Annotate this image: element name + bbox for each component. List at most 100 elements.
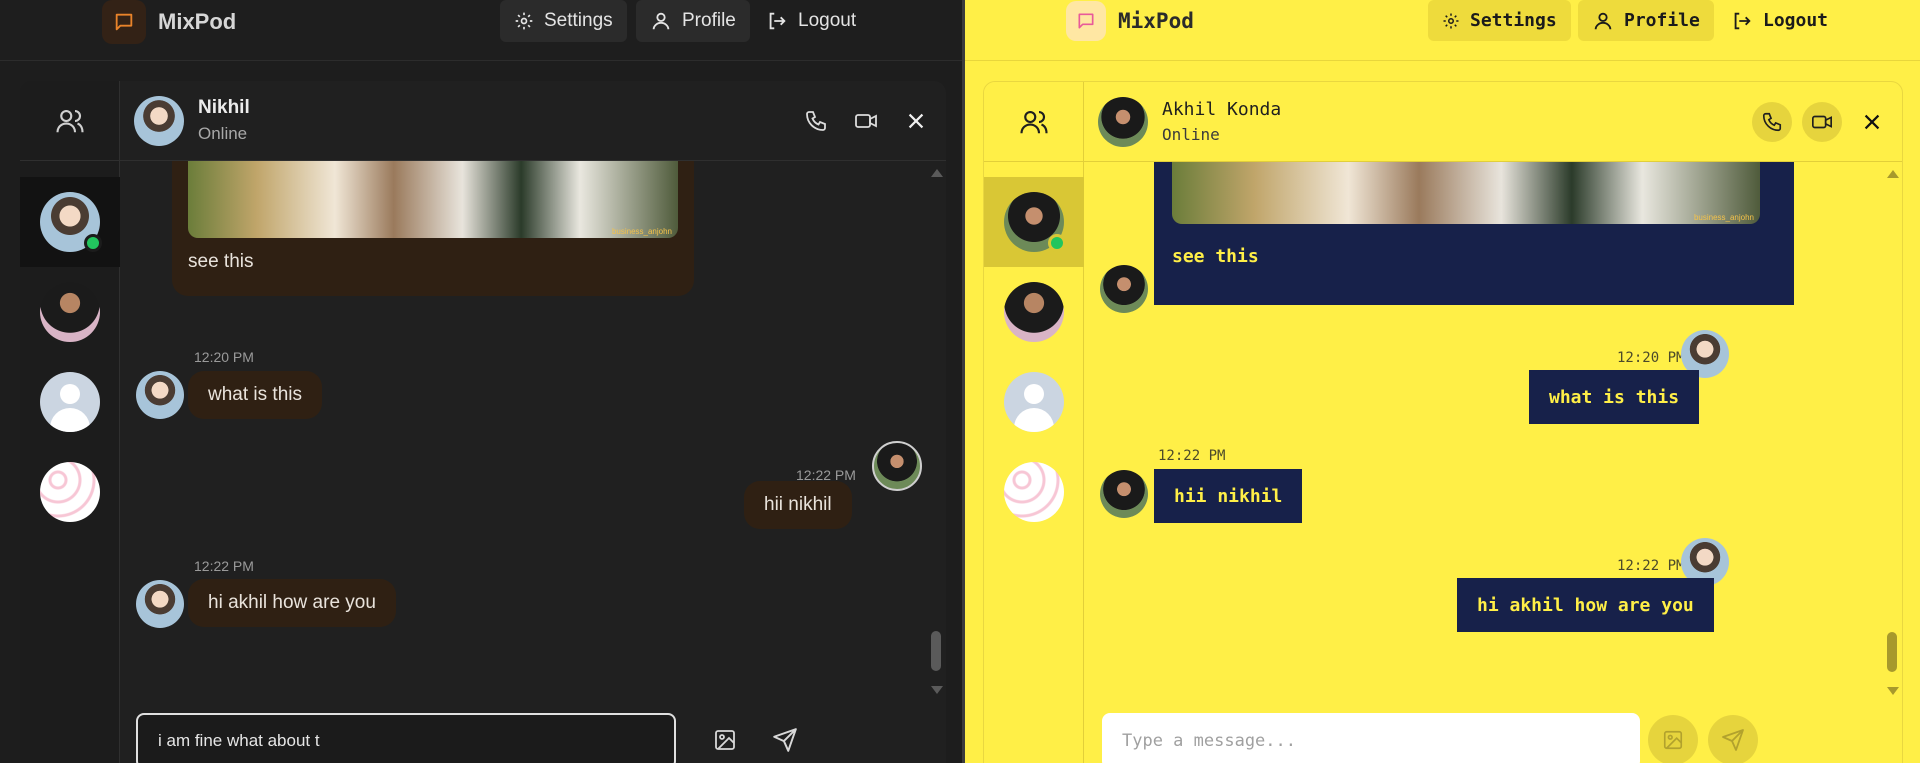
- phone-icon: [806, 111, 826, 131]
- logout-icon: [1734, 12, 1751, 29]
- image-message: business_anjohn see this: [172, 161, 694, 296]
- scroll-thumb[interactable]: [1887, 632, 1897, 672]
- message-bubble: hii nikhil: [1154, 469, 1303, 523]
- contact-status: Online: [1162, 125, 1220, 144]
- online-indicator: [84, 234, 102, 252]
- contacts-header[interactable]: [20, 81, 120, 161]
- shared-image[interactable]: business_anjohn: [1172, 162, 1760, 224]
- contact-item-nikhil[interactable]: [20, 177, 120, 267]
- image-message: business_anjohn see this: [1154, 162, 1794, 305]
- message-time: 12:22 PM: [1158, 448, 1226, 464]
- attach-image-button[interactable]: [1648, 715, 1698, 763]
- brand[interactable]: MixPod: [1066, 0, 1194, 42]
- image-watermark: business_anjohn: [611, 227, 672, 236]
- message-list[interactable]: business_anjohn see this 12:20 PM what i…: [1084, 162, 1902, 763]
- top-navbar: MixPod Settings Profile Logout: [0, 0, 962, 61]
- video-call-button[interactable]: [846, 101, 886, 141]
- message-text: what is this: [208, 384, 302, 405]
- avatar: [1004, 192, 1066, 252]
- avatar: [1004, 282, 1064, 342]
- avatar: [1004, 372, 1064, 432]
- scroll-down-arrow[interactable]: [931, 686, 943, 694]
- avatar: [136, 580, 184, 628]
- message-text: hi akhil how are you: [208, 592, 376, 613]
- contact-item[interactable]: [984, 267, 1084, 357]
- contact-item[interactable]: [20, 267, 120, 357]
- chat-container: Nikhil Online business_anjohn see this 1…: [20, 81, 946, 763]
- contact-item[interactable]: [984, 357, 1084, 447]
- message-text: hi akhil how are you: [1477, 594, 1694, 616]
- users-icon: [1020, 110, 1048, 133]
- contacts-header[interactable]: [984, 82, 1084, 162]
- profile-button[interactable]: Profile: [1578, 0, 1714, 41]
- avatar: [40, 282, 100, 342]
- close-icon: [908, 113, 924, 129]
- message-text: see this: [188, 251, 254, 272]
- contact-item[interactable]: [20, 357, 120, 447]
- contact-name: Akhil Konda: [1162, 99, 1282, 120]
- avatar: [40, 462, 100, 522]
- message-bubble: what is this: [188, 371, 322, 419]
- message-bubble: what is this: [1529, 370, 1700, 424]
- settings-button[interactable]: Settings: [500, 0, 627, 42]
- message-list[interactable]: business_anjohn see this 12:20 PM what i…: [120, 161, 946, 763]
- image-icon: [1663, 730, 1683, 750]
- contacts-sidebar: [984, 82, 1084, 763]
- profile-label: Profile: [682, 10, 736, 31]
- logout-button[interactable]: Logout: [752, 0, 870, 42]
- voice-call-button[interactable]: [1752, 102, 1792, 142]
- message-time: 12:22 PM: [1617, 558, 1685, 574]
- contact-item[interactable]: [20, 447, 120, 537]
- contact-name: Nikhil: [198, 97, 250, 118]
- send-button[interactable]: [760, 715, 810, 763]
- contact-status: Online: [198, 124, 248, 143]
- avatar: [872, 441, 922, 491]
- chat-window-dark: MixPod Settings Profile Logout Nikhil On…: [0, 0, 962, 763]
- send-button[interactable]: [1708, 715, 1758, 763]
- phone-icon: [1762, 112, 1782, 132]
- avatar: [1098, 96, 1148, 147]
- send-icon: [1722, 729, 1744, 751]
- shared-image[interactable]: business_anjohn: [188, 161, 678, 238]
- settings-button[interactable]: Settings: [1428, 0, 1571, 41]
- avatar: [1100, 265, 1148, 313]
- message-composer: [120, 713, 946, 763]
- chat-icon: [102, 0, 146, 44]
- chat-header: Nikhil Online: [120, 81, 946, 161]
- logout-button[interactable]: Logout: [1717, 0, 1842, 41]
- chat-header: Akhil Konda Online: [1084, 82, 1902, 162]
- scroll-thumb[interactable]: [931, 631, 941, 671]
- scroll-up-arrow[interactable]: [1887, 170, 1899, 178]
- avatar: [1004, 462, 1064, 522]
- voice-call-button[interactable]: [796, 101, 836, 141]
- avatar: [136, 371, 184, 419]
- message-time: 12:22 PM: [194, 558, 254, 574]
- scroll-up-arrow[interactable]: [931, 169, 943, 177]
- image-watermark: business_anjohn: [1693, 213, 1754, 222]
- message-text: what is this: [1549, 386, 1680, 408]
- video-call-button[interactable]: [1802, 102, 1842, 142]
- logout-label: Logout: [798, 10, 857, 31]
- scroll-down-arrow[interactable]: [1887, 687, 1899, 695]
- profile-button[interactable]: Profile: [636, 0, 750, 42]
- message-composer: [1084, 713, 1902, 763]
- video-icon: [1812, 115, 1832, 129]
- user-icon: [652, 12, 670, 30]
- attach-image-button[interactable]: [700, 715, 750, 763]
- brand[interactable]: MixPod: [102, 0, 236, 44]
- video-icon: [855, 114, 877, 128]
- contacts-sidebar: [20, 81, 120, 763]
- profile-label: Profile: [1624, 10, 1700, 31]
- avatar: [134, 95, 184, 146]
- avatar: [1100, 470, 1148, 518]
- message-scrollbar[interactable]: [930, 169, 943, 694]
- close-chat-button[interactable]: [1852, 102, 1892, 142]
- contact-item-akhil[interactable]: [984, 177, 1084, 267]
- contact-item[interactable]: [984, 447, 1084, 537]
- message-input[interactable]: [136, 713, 676, 763]
- message-scrollbar[interactable]: [1886, 170, 1899, 695]
- message-text: hii nikhil: [764, 494, 832, 515]
- message-input[interactable]: [1102, 713, 1640, 763]
- user-icon: [1594, 12, 1612, 29]
- close-chat-button[interactable]: [896, 101, 936, 141]
